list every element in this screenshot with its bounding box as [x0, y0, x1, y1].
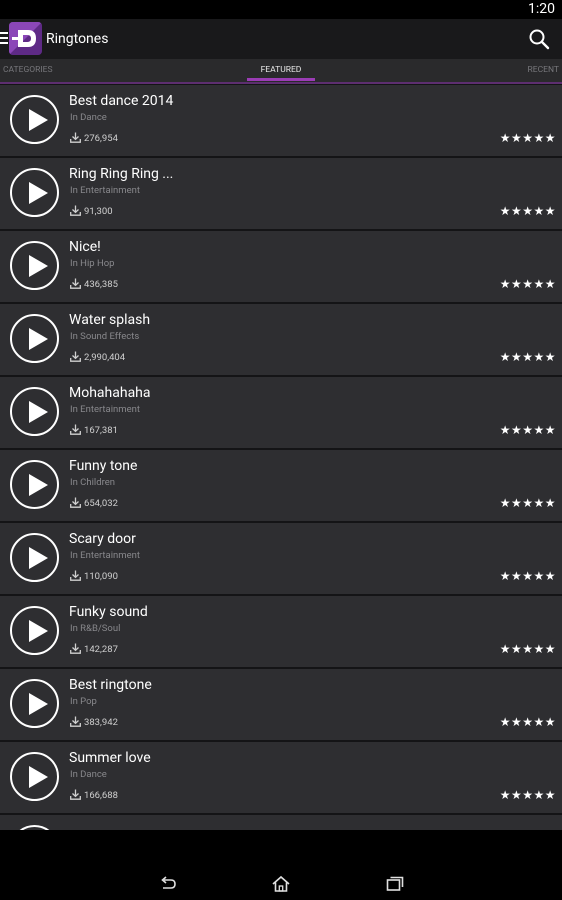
tab-indicator	[247, 78, 315, 81]
list-item[interactable]: Scary door In Entertainment 110,090 ★★★★…	[0, 523, 562, 594]
ringtone-title: Best dance 2014	[69, 93, 174, 109]
star-rating: ★★★★★	[499, 131, 556, 145]
download-icon	[70, 716, 81, 727]
download-count: 436,385	[84, 279, 118, 290]
menu-icon[interactable]	[0, 32, 8, 46]
play-icon[interactable]	[10, 460, 59, 509]
tab-recent[interactable]: RECENT	[528, 59, 559, 82]
list-item[interactable]: Best dance 2014 In Dance 276,954 ★★★★★	[0, 85, 562, 156]
ringtone-category: In Children	[70, 477, 115, 488]
app-title: Ringtones	[46, 31, 109, 47]
ringtone-category: In Dance	[70, 769, 107, 780]
ringtone-title: Water splash	[69, 312, 151, 328]
list-item[interactable]: Best ringtone In Pop 383,942 ★★★★★	[0, 669, 562, 740]
ringtone-title: Mohahahaha	[69, 385, 151, 401]
ringtone-title: Ring Ring Ring ...	[69, 166, 174, 182]
download-count: 654,032	[84, 498, 118, 509]
ringtone-category: In Hip Hop	[70, 258, 115, 269]
play-icon[interactable]	[10, 314, 59, 363]
status-time: 1:20	[528, 1, 555, 17]
download-icon	[70, 351, 81, 362]
ringtone-category: In Pop	[70, 696, 97, 707]
play-icon[interactable]	[10, 95, 59, 144]
download-count: 276,954	[84, 133, 118, 144]
download-icon	[70, 278, 81, 289]
download-count: 383,942	[84, 717, 118, 728]
ringtone-title: Best ringtone	[69, 677, 152, 693]
ringtone-category: In Dance	[70, 112, 107, 123]
star-rating: ★★★★★	[499, 423, 556, 437]
navigation-bar	[0, 830, 562, 900]
ringtone-title: Funny tone	[69, 458, 138, 474]
download-icon	[70, 789, 81, 800]
play-icon[interactable]	[10, 606, 59, 655]
list-item[interactable]: Mohahahaha In Entertainment 167,381 ★★★★…	[0, 377, 562, 448]
download-count: 2,990,404	[84, 352, 126, 363]
list-item[interactable]: Ring Ring Ring ... In Entertainment 91,3…	[0, 158, 562, 229]
download-icon	[70, 497, 81, 508]
star-rating: ★★★★★	[499, 277, 556, 291]
play-icon[interactable]	[10, 679, 59, 728]
download-count: 110,090	[84, 571, 118, 582]
star-rating: ★★★★★	[499, 569, 556, 583]
list-item[interactable]: Nice! In Hip Hop 436,385 ★★★★★	[0, 231, 562, 302]
tab-categories[interactable]: CATEGORIES	[3, 59, 53, 82]
home-icon[interactable]	[271, 875, 291, 893]
action-bar: Ringtones	[0, 19, 562, 59]
star-rating: ★★★★★	[499, 788, 556, 802]
download-icon	[70, 205, 81, 216]
ringtone-title: Nice!	[69, 239, 101, 255]
app-logo[interactable]	[9, 22, 42, 55]
download-count: 142,287	[84, 644, 118, 655]
play-icon[interactable]	[10, 387, 59, 436]
star-rating: ★★★★★	[499, 350, 556, 364]
list-item[interactable]: Summer love In Dance 166,688 ★★★★★	[0, 742, 562, 813]
download-icon	[70, 570, 81, 581]
play-icon[interactable]	[10, 752, 59, 801]
ringtone-title: Scary door	[69, 531, 136, 547]
star-rating: ★★★★★	[499, 204, 556, 218]
ringtone-category: In Sound Effects	[70, 331, 140, 342]
ringtone-title: Funky sound	[69, 604, 148, 620]
play-icon[interactable]	[10, 241, 59, 290]
play-icon[interactable]	[10, 533, 59, 582]
ringtone-category: In Entertainment	[70, 550, 140, 561]
ringtone-list[interactable]: Best dance 2014 In Dance 276,954 ★★★★★ R…	[0, 84, 562, 830]
ringtone-category: In Entertainment	[70, 404, 140, 415]
list-item[interactable]: Funny tone In Children 654,032 ★★★★★	[0, 450, 562, 521]
ringtone-category: In Entertainment	[70, 185, 140, 196]
tab-bar: CATEGORIES FEATURED RECENT	[0, 59, 562, 82]
list-item[interactable]: Funky sound In R&B/Soul 142,287 ★★★★★	[0, 596, 562, 667]
download-icon	[70, 424, 81, 435]
star-rating: ★★★★★	[499, 642, 556, 656]
star-rating: ★★★★★	[499, 496, 556, 510]
search-icon[interactable]	[528, 28, 550, 50]
list-item[interactable]	[0, 815, 562, 830]
star-rating: ★★★★★	[499, 715, 556, 729]
status-bar: 1:20	[0, 0, 562, 19]
download-icon	[70, 132, 81, 143]
back-icon[interactable]	[158, 875, 178, 893]
list-item[interactable]: Water splash In Sound Effects 2,990,404 …	[0, 304, 562, 375]
ringtone-title: Summer love	[69, 750, 151, 766]
download-icon	[70, 643, 81, 654]
ringtone-category: In R&B/Soul	[70, 623, 121, 634]
recents-icon[interactable]	[385, 875, 405, 893]
download-count: 91,300	[84, 206, 113, 217]
download-count: 166,688	[84, 790, 118, 801]
download-count: 167,381	[84, 425, 118, 436]
play-icon[interactable]	[10, 168, 59, 217]
